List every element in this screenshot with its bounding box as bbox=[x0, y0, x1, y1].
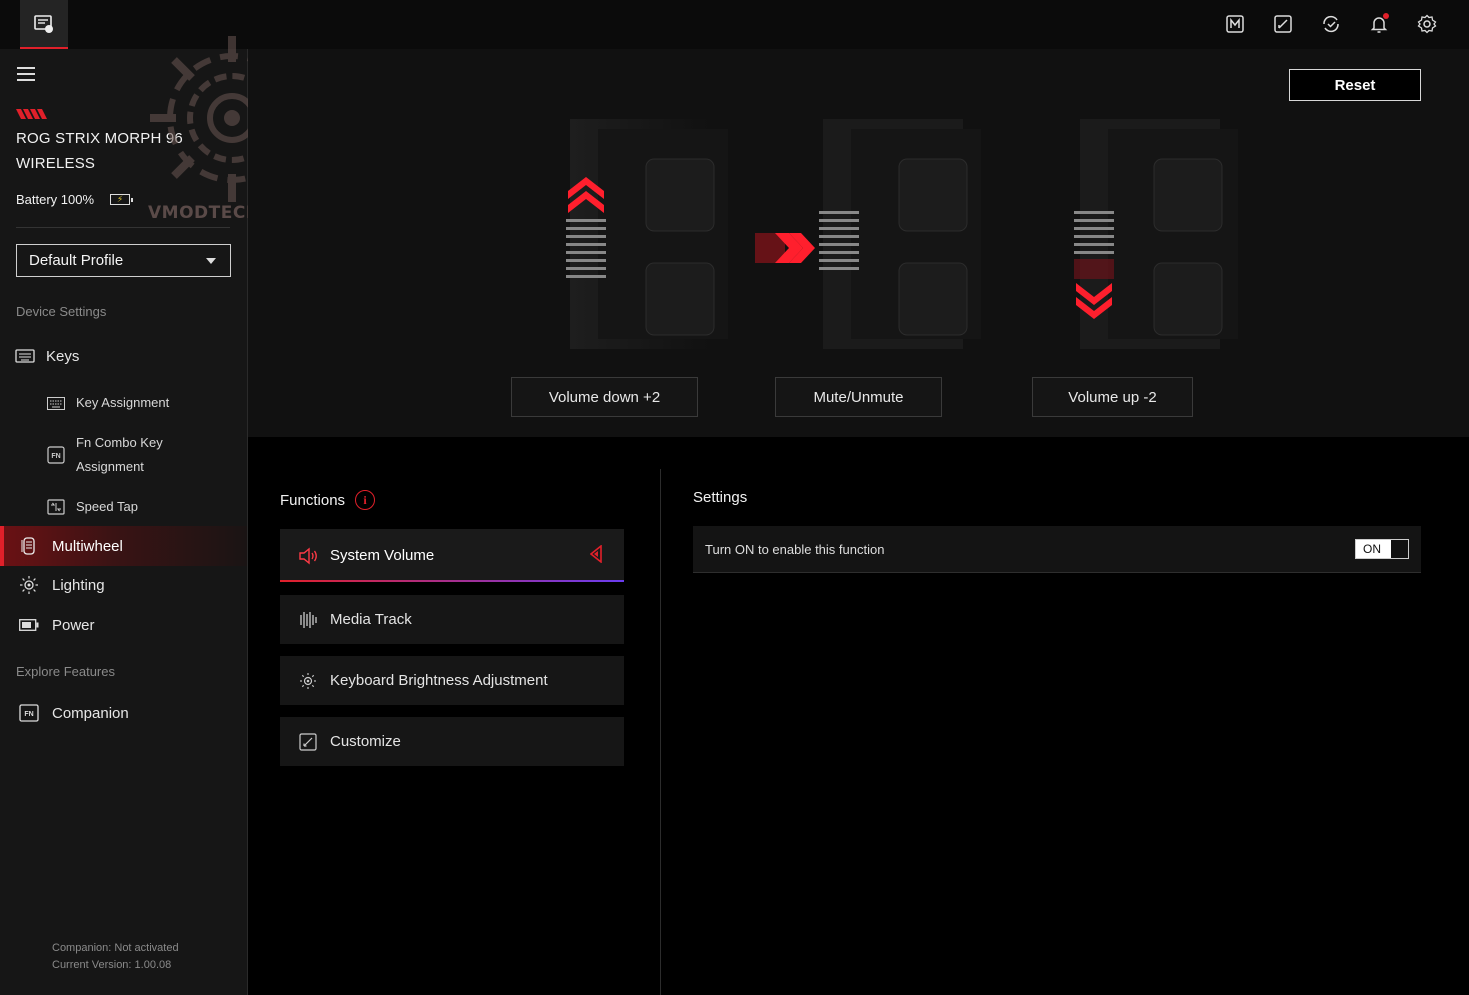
battery-status: Battery 100% ⚡ bbox=[16, 192, 134, 207]
function-customize[interactable]: Customize bbox=[280, 717, 624, 766]
version-label: Current Version: 1.00.08 bbox=[52, 959, 172, 971]
reset-button[interactable]: Reset bbox=[1289, 69, 1421, 101]
sidebar-item-fn-combo[interactable]: FN Fn Combo Key Assignment bbox=[46, 431, 196, 479]
sidebar-item-label: Speed Tap bbox=[76, 499, 138, 514]
chevron-down-icon bbox=[206, 258, 216, 264]
action-mute-unmute[interactable]: Mute/Unmute bbox=[775, 377, 942, 417]
battery-icon bbox=[18, 616, 40, 634]
sidebar-item-label: Lighting bbox=[52, 576, 105, 594]
info-icon[interactable]: i bbox=[355, 490, 376, 510]
sidebar-item-power[interactable]: Power bbox=[18, 616, 247, 634]
sidebar-item-label: Fn Combo Key Assignment bbox=[76, 435, 163, 474]
divider bbox=[16, 227, 230, 228]
toggle-label: ON bbox=[1363, 542, 1381, 556]
multiwheel-preview-panel: Reset Volume down +2 Mute/Unmute Volume … bbox=[248, 49, 1469, 437]
panel-divider bbox=[660, 469, 661, 995]
toggle-knob bbox=[1390, 540, 1408, 558]
sidebar-item-label: Keys bbox=[46, 347, 80, 365]
enable-function-row: Turn ON to enable this function ON bbox=[693, 526, 1421, 573]
companion-status: Companion: Not activated bbox=[52, 942, 179, 954]
sidebar-item-label: Multiwheel bbox=[52, 537, 123, 555]
function-label: Media Track bbox=[330, 611, 412, 628]
svg-text:FN: FN bbox=[51, 453, 60, 460]
fn-key-icon: FN bbox=[46, 443, 66, 467]
profile-dropdown[interactable]: Default Profile bbox=[16, 244, 231, 277]
wheel-scroll-up-illustration bbox=[566, 119, 728, 349]
notification-dot bbox=[1383, 13, 1389, 19]
action-volume-up[interactable]: Volume up -2 bbox=[1032, 377, 1193, 417]
enable-toggle[interactable]: ON bbox=[1355, 539, 1409, 559]
wheel-press-illustration bbox=[755, 119, 981, 349]
functions-header: Functions i bbox=[280, 490, 376, 510]
device-settings-label: Device Settings bbox=[16, 304, 107, 319]
lighting-icon bbox=[18, 576, 40, 594]
function-label: Keyboard Brightness Adjustment bbox=[330, 672, 548, 689]
sidebar-item-speed-tap[interactable]: Speed Tap bbox=[46, 495, 138, 519]
sidebar-item-keys[interactable]: Keys bbox=[14, 347, 247, 365]
footer-info: Companion: Not activated Current Version… bbox=[52, 940, 179, 974]
settings-title: Settings bbox=[693, 489, 748, 506]
selected-arrow-icon bbox=[590, 545, 602, 563]
svg-text:FN: FN bbox=[24, 711, 33, 718]
rog-logo-icon bbox=[16, 109, 47, 119]
battery-label: Battery 100% bbox=[16, 192, 95, 207]
menu-icon[interactable] bbox=[17, 67, 35, 81]
fn-key-icon: FN bbox=[18, 704, 40, 722]
sidebar-item-lighting[interactable]: Lighting bbox=[18, 576, 247, 594]
keyboard-grid-icon bbox=[46, 391, 66, 415]
brightness-icon bbox=[298, 671, 318, 691]
keyboard-icon bbox=[14, 347, 36, 365]
battery-icon: ⚡ bbox=[110, 194, 134, 205]
explore-features-label: Explore Features bbox=[16, 664, 115, 679]
function-media-track[interactable]: Media Track bbox=[280, 595, 624, 644]
bell-icon[interactable] bbox=[1369, 12, 1389, 36]
sidebar-item-companion[interactable]: FN Companion bbox=[18, 704, 247, 722]
edit-icon[interactable] bbox=[1273, 12, 1293, 36]
enable-function-text: Turn ON to enable this function bbox=[705, 541, 885, 557]
macro-icon[interactable] bbox=[1225, 12, 1245, 36]
action-volume-down[interactable]: Volume down +2 bbox=[511, 377, 698, 417]
update-icon[interactable] bbox=[1321, 12, 1341, 36]
speaker-icon bbox=[298, 546, 318, 566]
keyboard-device-icon bbox=[34, 14, 53, 33]
function-keyboard-brightness[interactable]: Keyboard Brightness Adjustment bbox=[280, 656, 624, 705]
gear-icon[interactable] bbox=[1417, 12, 1437, 36]
media-track-icon bbox=[298, 610, 318, 630]
wheel-scroll-down-illustration bbox=[1074, 119, 1238, 349]
speed-tap-icon bbox=[46, 495, 66, 519]
sidebar-item-key-assignment[interactable]: Key Assignment bbox=[46, 391, 169, 415]
device-tab[interactable] bbox=[20, 0, 68, 49]
function-system-volume[interactable]: System Volume bbox=[280, 529, 624, 582]
multiwheel-icon bbox=[18, 537, 40, 555]
sidebar-item-label: Power bbox=[52, 616, 95, 634]
sidebar-item-label: Key Assignment bbox=[76, 395, 170, 410]
function-label: System Volume bbox=[330, 547, 435, 564]
function-label: Customize bbox=[330, 733, 401, 750]
sidebar-item-label: Companion bbox=[52, 704, 129, 722]
profile-selected: Default Profile bbox=[29, 252, 124, 269]
sidebar-item-multiwheel[interactable]: Multiwheel bbox=[0, 526, 247, 566]
customize-icon bbox=[298, 732, 318, 752]
functions-title: Functions bbox=[280, 491, 346, 509]
